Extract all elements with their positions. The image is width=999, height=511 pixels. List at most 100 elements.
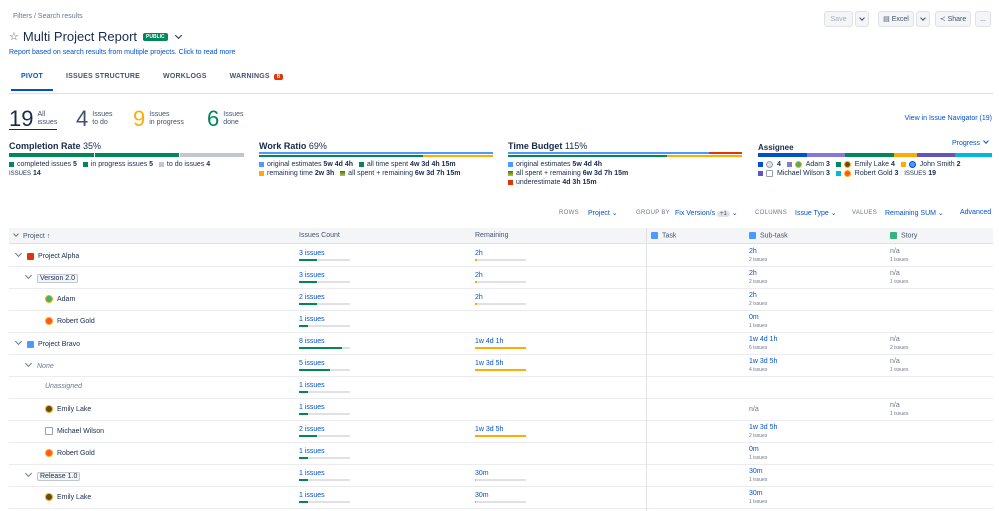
assignee-bar-1 <box>758 153 808 157</box>
chevron-down-icon <box>920 15 926 21</box>
completed-label: completed issues <box>17 161 72 168</box>
description-link[interactable]: Report based on search results from mult… <box>9 49 235 56</box>
remaining-value[interactable]: 1w 3d 5h <box>475 360 503 367</box>
issues-count-link[interactable]: 1 issues <box>299 316 325 323</box>
stat-all-label-1: All <box>37 111 46 118</box>
share-button[interactable]: ≺ Share <box>935 11 971 27</box>
spent-remaining-value: 6w 3d 7h 15m <box>414 170 461 177</box>
project-column-header[interactable]: Project ↑ <box>13 231 51 240</box>
table-row[interactable]: Emily Lake 1 issues 30m 30m 1 issues <box>9 487 993 509</box>
assignee-1-swatch <box>758 161 763 167</box>
chevron-down-icon[interactable] <box>14 249 23 258</box>
count-bar <box>299 281 350 283</box>
table-row[interactable]: Robert Gold 1 issues 0m 1 issues <box>9 443 993 465</box>
tab-issues-structure[interactable]: ISSUES STRUCTURE <box>64 73 142 88</box>
completion-bar-todo <box>180 153 244 157</box>
stat-done[interactable]: 6 Issues done <box>207 108 243 130</box>
chevron-down-icon[interactable] <box>174 31 182 39</box>
table-row[interactable]: Unassigned 1 issues <box>9 377 993 399</box>
table-row[interactable]: Version 2.0 3 issues 2h 2h 2 issues n/a … <box>9 267 993 289</box>
subtask-value[interactable]: 2h <box>749 292 757 299</box>
subtask-value[interactable]: 0m <box>749 446 759 453</box>
stat-in-progress[interactable]: 9 Issues in progress <box>133 108 184 130</box>
count-bar <box>299 435 350 437</box>
save-dropdown-button[interactable] <box>855 11 869 27</box>
subtask-value[interactable]: 2h <box>749 270 757 277</box>
story-column-header[interactable]: Story <box>890 232 917 239</box>
table-row[interactable]: Emily Lake 1 issues n/a n/a 1 issues <box>9 399 993 421</box>
avatar-icon <box>843 160 851 168</box>
issues-count-link[interactable]: 3 issues <box>299 250 325 257</box>
subtask-value[interactable]: 2h <box>749 248 757 255</box>
more-button[interactable]: ... <box>975 11 991 27</box>
group-by-select[interactable]: Fix Version/s +1 ⌄ <box>675 209 738 217</box>
progress-dropdown[interactable]: Progress <box>952 138 989 147</box>
remaining-value[interactable]: 1w 3d 5h <box>475 426 503 433</box>
chevron-down-icon[interactable] <box>14 337 23 346</box>
count-column-header[interactable]: Issues Count <box>299 232 340 239</box>
table-row[interactable]: Robert Gold 1 issues 0m 1 issues <box>9 311 993 333</box>
completion-legend: completed issues 5 in progress issues 5 … <box>9 160 210 179</box>
chevron-down-icon[interactable] <box>24 469 33 478</box>
subtask-value[interactable]: 1w 3d 5h <box>749 358 777 365</box>
issues-count-link[interactable]: 1 issues <box>299 404 325 411</box>
issues-count-link[interactable]: 8 issues <box>299 338 325 345</box>
advanced-link[interactable]: Advanced <box>960 209 991 216</box>
table-row[interactable]: Project Alpha 3 issues 2h 2h 2 issues n/… <box>9 245 993 267</box>
stat-all-number: 19 <box>9 106 34 131</box>
table-row[interactable]: None 5 issues 1w 3d 5h 1w 3d 5h 4 issues… <box>9 355 993 377</box>
progress-label: Progress <box>952 140 981 147</box>
table-row[interactable]: Release 1.0 1 issues 30m 30m 1 issues <box>9 465 993 487</box>
table-row[interactable]: Adam 2 issues 2h 2h 2 issues <box>9 289 993 311</box>
columns-value: Issue Type <box>795 210 829 217</box>
remaining-value[interactable]: 2h <box>475 250 483 257</box>
stat-todo[interactable]: 4 Issues to do <box>76 108 112 130</box>
issues-count-link[interactable]: 1 issues <box>299 448 325 455</box>
subtask-value[interactable]: 0m <box>749 314 759 321</box>
issues-count-link[interactable]: 1 issues <box>299 470 325 477</box>
breadcrumb-filters[interactable]: Filters <box>13 13 32 20</box>
values-select[interactable]: Remaining SUM ⌄ <box>885 209 944 217</box>
issues-count-link[interactable]: 5 issues <box>299 360 325 367</box>
issues-count-link[interactable]: 1 issues <box>299 492 325 499</box>
tab-divider <box>9 93 993 94</box>
tab-bar: PIVOT ISSUES STRUCTURE WORKLOGS WARNINGS… <box>9 73 304 91</box>
remaining-value[interactable]: 2h <box>475 272 483 279</box>
issues-count-link[interactable]: 3 issues <box>299 272 325 279</box>
share-label: Share <box>947 15 967 23</box>
stat-all-issues[interactable]: 19 All issues <box>9 108 57 130</box>
chevron-down-icon[interactable] <box>24 359 33 368</box>
save-button[interactable]: Save <box>824 11 853 27</box>
row-label: Adam <box>45 295 75 303</box>
subtask-value[interactable]: 1w 3d 5h <box>749 424 777 431</box>
task-column-header[interactable]: Task <box>651 232 676 239</box>
row-name: Robert Gold <box>57 449 95 457</box>
excel-dropdown-button[interactable] <box>916 11 930 27</box>
remaining-value[interactable]: 30m <box>475 492 489 499</box>
subtask-value[interactable]: 30m <box>749 468 763 475</box>
columns-select[interactable]: Issue Type ⌄ <box>795 209 837 217</box>
table-row[interactable]: Michael Wilson 2 issues 1w 3d 5h 1w 3d 5… <box>9 421 993 443</box>
remaining-column-header[interactable]: Remaining <box>475 232 508 239</box>
chevron-down-icon[interactable] <box>24 271 33 280</box>
rows-select[interactable]: Project ⌄ <box>588 209 618 217</box>
remaining-value[interactable]: 1w 4d 1h <box>475 338 503 345</box>
issues-count-link[interactable]: 2 issues <box>299 426 325 433</box>
remaining-value[interactable]: 30m <box>475 470 489 477</box>
completion-rate-pct: 35% <box>83 141 102 151</box>
excel-button[interactable]: ▤ Excel <box>878 11 914 27</box>
subtask-value[interactable]: 30m <box>749 490 763 497</box>
sort-arrow-icon: ↑ <box>46 233 51 240</box>
tab-pivot[interactable]: PIVOT <box>10 73 54 91</box>
tab-warnings[interactable]: WARNINGS 6 <box>228 73 286 88</box>
remaining-value[interactable]: 2h <box>475 294 483 301</box>
star-icon[interactable]: ☆ <box>9 30 19 43</box>
remaining-bar <box>475 303 526 305</box>
view-in-navigator-link[interactable]: View in Issue Navigator (19) <box>905 115 992 122</box>
issues-count-link[interactable]: 1 issues <box>299 382 325 389</box>
issues-count-link[interactable]: 2 issues <box>299 294 325 301</box>
table-row[interactable]: Project Bravo 8 issues 1w 4d 1h 1w 4d 1h… <box>9 333 993 355</box>
subtask-value[interactable]: 1w 4d 1h <box>749 336 777 343</box>
tab-worklogs[interactable]: WORKLOGS <box>161 73 209 88</box>
subtask-column-header[interactable]: Sub-task <box>749 232 788 239</box>
